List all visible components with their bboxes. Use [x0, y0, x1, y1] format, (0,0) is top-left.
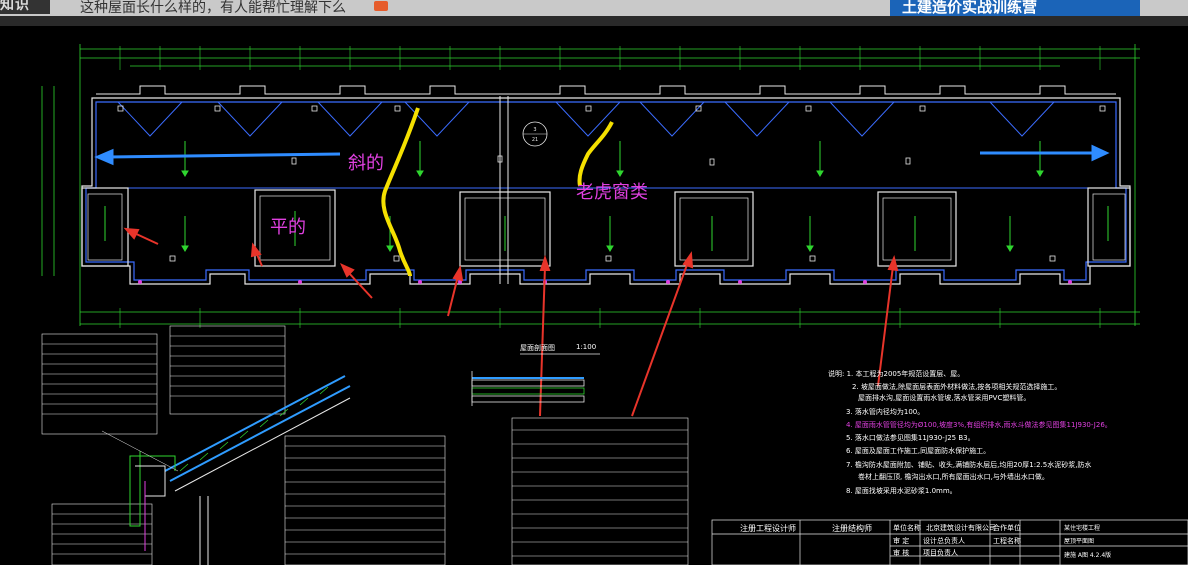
- notes-item: 4. 屋面雨水管管径均为Ø100,坡度3%,有组织排水,雨水斗做法参见图集11J…: [846, 421, 1112, 429]
- divider: [0, 16, 1188, 26]
- title-block-project-value: 某住宅楼工程: [1064, 525, 1101, 532]
- image-badge-icon: [374, 1, 388, 11]
- title-block-review: 审 定: [893, 537, 910, 545]
- title-block-unit-label: 单位名称: [893, 524, 921, 532]
- cad-drawing-viewer[interactable]: 3 21 斜的 平的 老虎窗类 屋面剖面图 1:100 说明: 1. 本工程为2…: [0, 26, 1188, 565]
- section-scale: 1:100: [576, 343, 597, 351]
- annotation-dormer: 老虎窗类: [576, 182, 648, 203]
- site-logo: 知识: [0, 0, 50, 14]
- roof-plan-drawing: 3 21: [41, 44, 1188, 565]
- title-block-structural: 注册结构师: [832, 524, 872, 533]
- title-block-drawing-name: 屋顶平面图: [1064, 538, 1095, 545]
- index-number-top: 3: [533, 127, 536, 133]
- notes-item: 5. 落水口做法参见图集11J930-J25 B3。: [846, 434, 975, 442]
- title-block-engineer: 注册工程设计师: [740, 524, 796, 533]
- index-number-bottom: 21: [532, 137, 538, 143]
- annotation-flat: 平的: [270, 217, 306, 238]
- title-block-project-lead: 项目负责人: [923, 549, 958, 557]
- annotation-sloped: 斜的: [348, 153, 384, 174]
- title-block-collab: 合作单位: [993, 524, 1021, 532]
- title-block-sheet: 建施 A图 4.2.4版: [1064, 552, 1112, 559]
- title-block-unit-name: 北京建筑设计有限公司: [926, 524, 996, 532]
- notes-item: 卷材上翻压顶, 檐沟出水口,所有屋面出水口,与外墙出水口做。: [858, 473, 1049, 481]
- notes-item: 屋面排水沟,屋面设置雨水管坡,落水管采用PVC塑料管。: [858, 394, 1031, 402]
- notes-item: 3. 落水管内径均为100。: [846, 408, 925, 416]
- section-title: 屋面剖面图: [520, 344, 555, 352]
- promo-banner[interactable]: 土建造价实战训练营: [890, 0, 1140, 16]
- notes-intro: 说明: 1. 本工程为2005年规范设置层、屋。: [828, 370, 965, 378]
- title-block-approve: 审 核: [893, 549, 910, 557]
- title-block-project: 工程名称: [993, 537, 1021, 545]
- notes-item: 2. 坡屋面做法,除屋面层表面外材料做法,按各项相关规范选择施工。: [852, 383, 1062, 391]
- notes-item: 7. 檐沟防水屋面附加、铺贴、收头,满铺防水层后,均用20厚1:2.5水泥砂浆,…: [846, 461, 1092, 469]
- notes-item: 6. 屋面及屋面工作施工,同屋面防水保护施工。: [846, 447, 991, 455]
- notes-item: 8. 屋面找坡采用水泥砂浆1.0mm。: [846, 487, 957, 495]
- question-title[interactable]: 这种屋面长什么样的，有人能帮忙理解下么: [80, 0, 346, 16]
- title-block-owner: 设计总负责人: [923, 537, 965, 545]
- browser-page-header: 知识 这种屋面长什么样的，有人能帮忙理解下么 土建造价实战训练营: [0, 0, 1188, 16]
